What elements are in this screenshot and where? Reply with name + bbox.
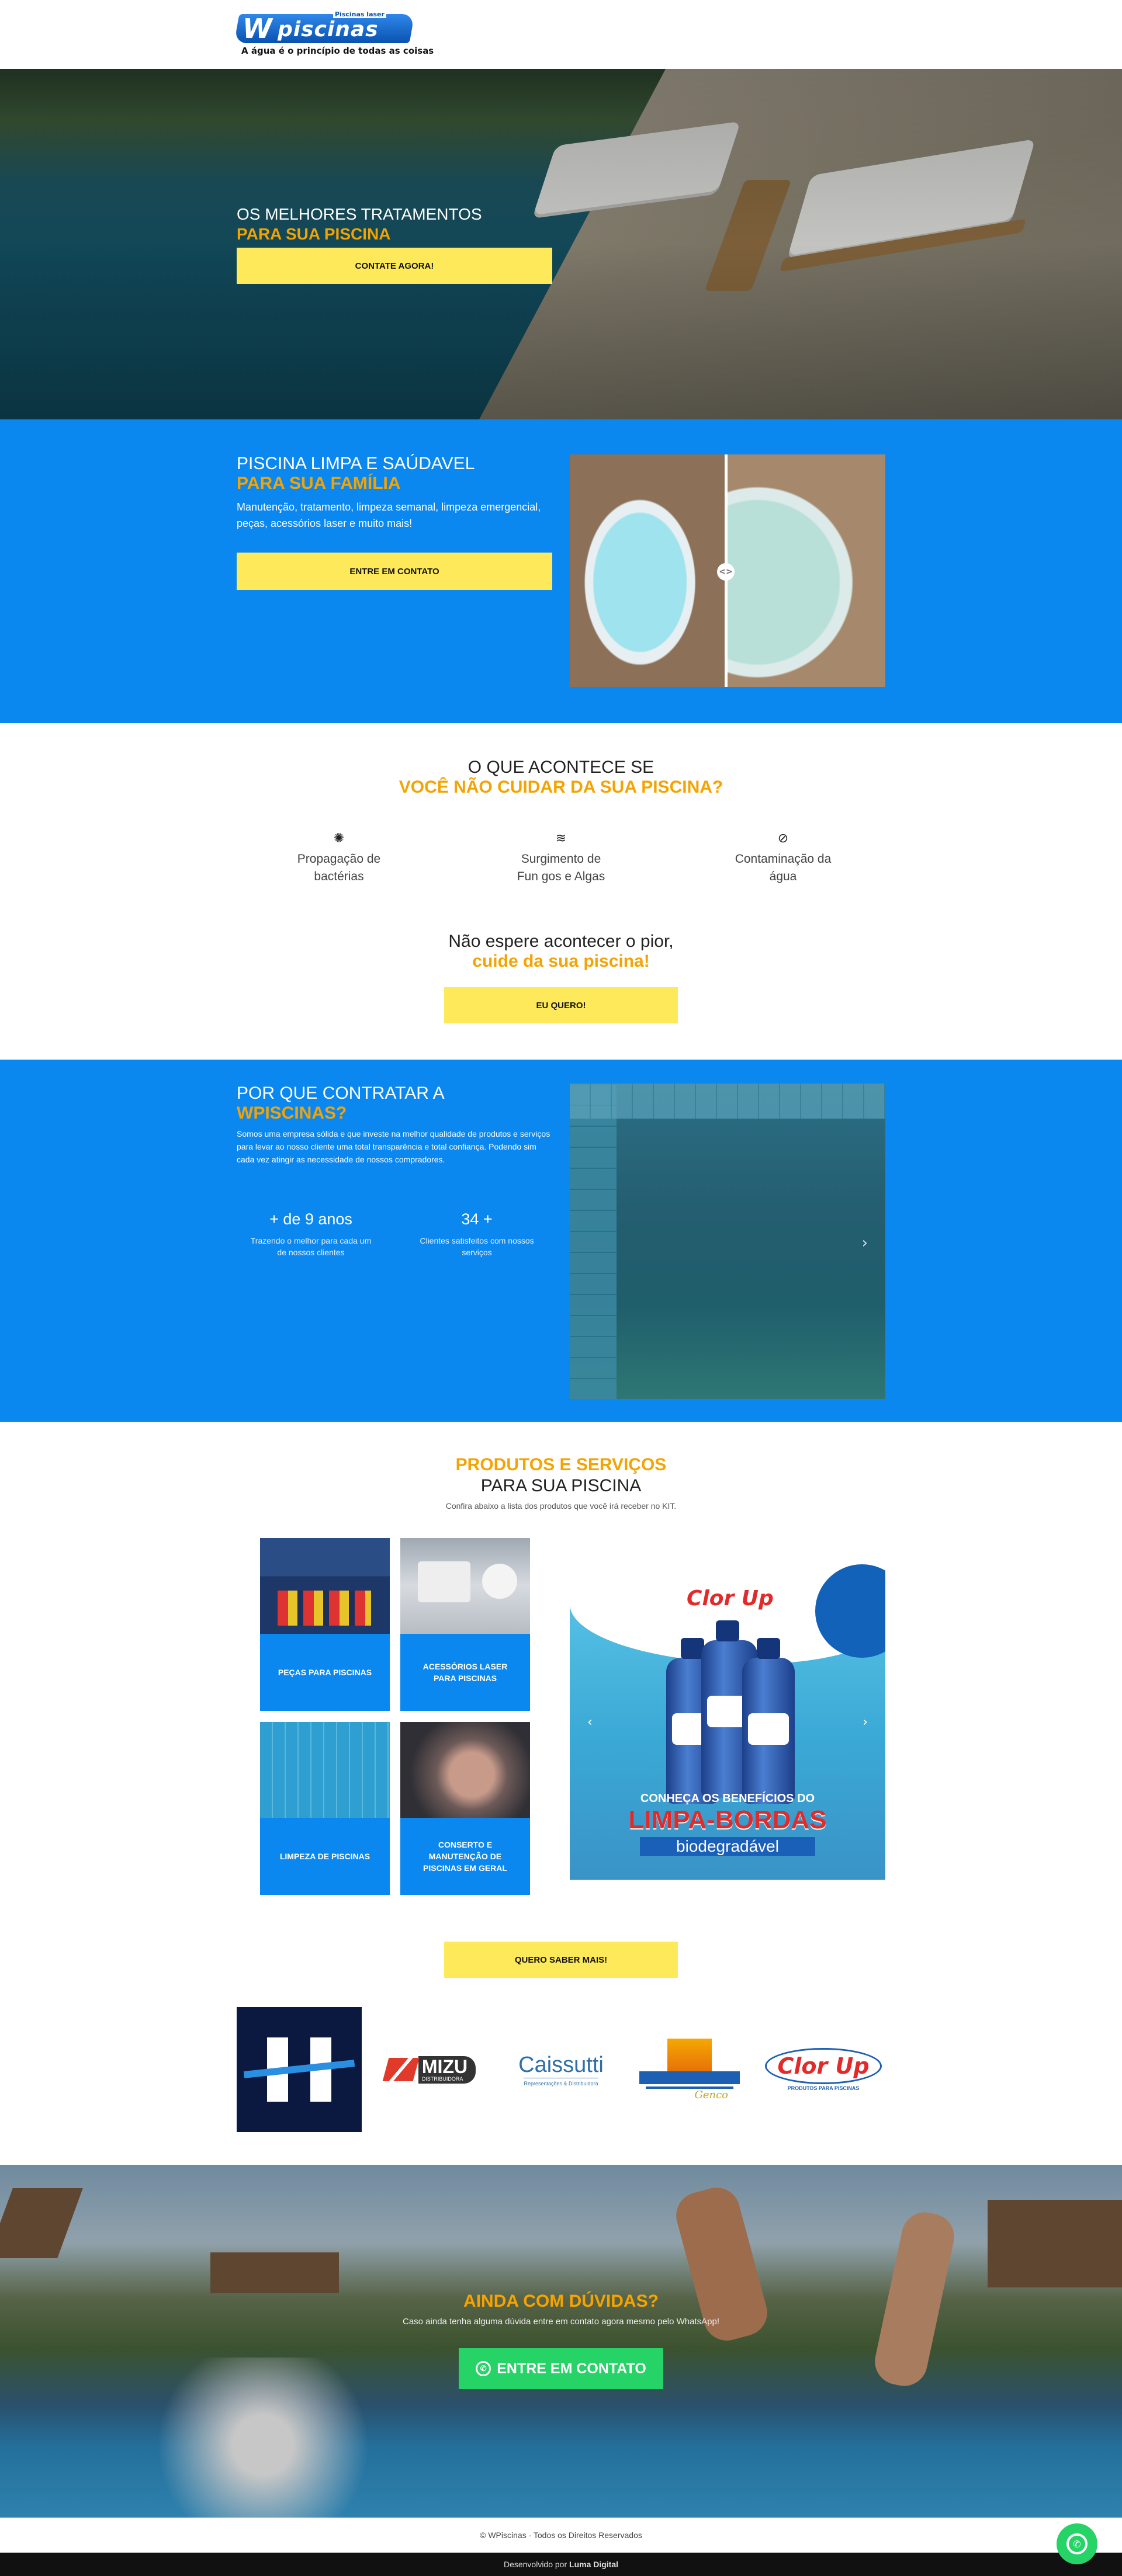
feature-contamination: ⊘ Contaminação da água — [695, 829, 871, 886]
problems-cta-highlight: cuide da sua piscina! — [472, 952, 650, 971]
product-tile-parts[interactable]: PEÇAS PARA PISCINAS — [260, 1538, 390, 1711]
whatsapp-icon: ✆ — [476, 2361, 491, 2376]
whatsapp-icon: ✆ — [1066, 2533, 1088, 2554]
contact-now-button[interactable]: CONTATE AGORA! — [237, 248, 552, 284]
tile-label: PEÇAS PARA PISCINAS — [278, 1668, 372, 1677]
site-header: W piscinas Piscinas laser A água é o pri… — [0, 0, 1122, 69]
whatsapp-contact-button[interactable]: ✆ ENTRE EM CONTATO — [459, 2348, 663, 2389]
doubts-section — [0, 2165, 1122, 2518]
brand-logo-h: H — [237, 2007, 362, 2132]
before-after-slider[interactable]: <> — [570, 454, 885, 687]
after-image — [726, 454, 885, 687]
clean-pool-title: PISCINA LIMPA E SAÚDAVEL — [237, 454, 475, 473]
footer-dev-link[interactable]: Luma Digital — [569, 2560, 618, 2569]
problems-title: O QUE ACONTECE SE — [468, 758, 654, 777]
brand-sub: DISTRIBUIDORA — [421, 2075, 463, 2082]
stat-years-label: Trazendo o melhor para cada um de nossos… — [250, 1236, 372, 1257]
footer-developer: Desenvolvido por Luma Digital — [0, 2553, 1122, 2576]
promo-line1: CONHEÇA OS BENEFÍCIOS DO — [640, 1792, 815, 1805]
feature-line2: bactérias — [314, 870, 364, 883]
doubts-text: Caso ainda tenha alguma dúvida entre em … — [403, 2317, 719, 2327]
why-text: Somos uma empresa sólida e que investe n… — [237, 1129, 550, 1164]
why-title-highlight: WPISCINAS? — [237, 1103, 347, 1123]
cta-overlay — [0, 2165, 1122, 2518]
tile-label: ACESSÓRIOS LASER PARA PISCINAS — [423, 1662, 508, 1683]
stat-years-number: + de 9 anos — [269, 1210, 352, 1228]
clean-pool-text: Manutenção, tratamento, limpeza semanal,… — [237, 501, 541, 529]
brand-sub: Representações & Distribuidora — [524, 2078, 598, 2087]
brand-logo-clorup: Clor Up PRODUTOS PARA PISCINAS — [762, 2026, 885, 2113]
cleaning-image — [260, 1722, 390, 1818]
stat-clients-number: 34 + — [461, 1210, 493, 1228]
product-tile-accessories[interactable]: ACESSÓRIOS LASER PARA PISCINAS — [400, 1538, 530, 1711]
logo-text: piscinas — [278, 18, 379, 41]
clean-pool-section — [0, 419, 1122, 723]
whatsapp-button-label: ENTRE EM CONTATO — [497, 2360, 646, 2377]
brand-name: MIZU — [421, 2056, 468, 2077]
whatsapp-floating-button[interactable]: ✆ — [1057, 2523, 1097, 2564]
promo-line2: LIMPA-BORDAS — [628, 1806, 827, 1834]
i-want-button[interactable]: EU QUERO! — [444, 987, 678, 1023]
hero-title-highlight: PARA SUA PISCINA — [237, 225, 391, 243]
feature-bacteria: ✺ Propagação de bactérias — [251, 829, 427, 886]
hero-overlay — [0, 69, 1122, 419]
promo-text-block: CONHEÇA OS BENEFÍCIOS DO LIMPA-BORDAS bi… — [605, 1792, 850, 1868]
logo-slogan: A água é o princípio de todas as coisas — [241, 46, 434, 56]
hero-section — [0, 69, 1122, 419]
brand-logo-mizu: MIZU DISTRIBUIDORA — [369, 2026, 492, 2113]
tile-label: LIMPEZA DE PISCINAS — [279, 1852, 370, 1861]
brand-logo-genco: Genco — [639, 2026, 740, 2113]
chevron-right-icon[interactable]: › — [862, 1234, 868, 1252]
products-title: PARA SUA PISCINA — [480, 1476, 642, 1495]
bacteria-icon: ✺ — [333, 831, 345, 845]
logo-subtext: Piscinas laser — [333, 11, 386, 18]
repair-image — [400, 1722, 530, 1818]
logo-w: W — [243, 13, 272, 44]
feature-line1: Surgimento de — [521, 852, 601, 866]
waves-icon: ≋ — [555, 831, 567, 845]
promo-slider[interactable]: Clor Up CONHEÇA OS BENEFÍCIOS DO LIMPA-B… — [570, 1564, 885, 1880]
feature-fungi: ≋ Surgimento de Fun gos e Algas — [473, 829, 649, 886]
tile-label: CONSERTO E MANUTENÇÃO DE PISCINAS EM GER… — [423, 1840, 507, 1873]
compare-handle-icon[interactable]: <> — [717, 563, 735, 581]
pool-tiles-top-image — [570, 1084, 885, 1119]
brand-name: Genco — [694, 2088, 728, 2101]
stat-clients-label: Clientes satisfeitos com nossos serviços — [420, 1236, 534, 1257]
pool-image-slider[interactable]: › — [570, 1084, 885, 1399]
promo-line3: biodegradável — [640, 1837, 815, 1856]
accessories-image — [400, 1538, 530, 1634]
before-image — [570, 454, 726, 687]
footer-copyright: © WPiscinas - Todos os Direitos Reservad… — [0, 2518, 1122, 2553]
footer-dev-prefix: Desenvolvido por — [503, 2560, 567, 2569]
why-us-section — [0, 1060, 1122, 1422]
contamination-icon: ⊘ — [777, 831, 789, 845]
chevron-left-icon[interactable]: ‹ — [587, 1715, 593, 1730]
learn-more-button[interactable]: QUERO SABER MAIS! — [444, 1942, 678, 1978]
clean-pool-title-highlight: PARA SUA FAMÍLIA — [237, 474, 401, 493]
product-tile-cleaning[interactable]: LIMPEZA DE PISCINAS — [260, 1722, 390, 1895]
brand-logo-caissutti: Caissutti Representações & Distribuidora — [504, 2026, 618, 2113]
bottle-image — [742, 1638, 795, 1804]
problems-cta-text: Não espere acontecer o pior, — [448, 932, 674, 951]
pool-tiles-image — [570, 1084, 617, 1399]
doubts-title: AINDA COM DÚVIDAS? — [463, 2292, 659, 2311]
why-title: POR QUE CONTRATAR A — [237, 1084, 445, 1103]
get-in-touch-button[interactable]: ENTRE EM CONTATO — [237, 553, 552, 590]
products-title-highlight: PRODUTOS E SERVIÇOS — [455, 1455, 667, 1474]
brand-name: Caissutti — [518, 2053, 604, 2077]
brand-sub: PRODUTOS PARA PISCINAS — [787, 2085, 860, 2091]
feature-line2: água — [769, 870, 797, 883]
promo-brand-logo: Clor Up — [687, 1586, 774, 1610]
site-logo[interactable]: W piscinas Piscinas laser A água é o pri… — [234, 11, 434, 58]
problems-title-highlight: VOCÊ NÃO CUIDAR DA SUA PISCINA? — [399, 777, 723, 797]
chevron-right-icon[interactable]: › — [863, 1715, 868, 1730]
hero-title: OS MELHORES TRATAMENTOS — [237, 205, 482, 223]
feature-line1: Propagação de — [297, 852, 381, 866]
products-subtitle: Confira abaixo a lista dos produtos que … — [445, 1501, 677, 1511]
product-tile-repair[interactable]: CONSERTO E MANUTENÇÃO DE PISCINAS EM GER… — [400, 1722, 530, 1895]
parts-image — [260, 1538, 390, 1634]
feature-line1: Contaminação da — [735, 852, 832, 866]
brand-name: Clor Up — [777, 2053, 870, 2079]
feature-line2: Fun gos e Algas — [517, 870, 605, 883]
